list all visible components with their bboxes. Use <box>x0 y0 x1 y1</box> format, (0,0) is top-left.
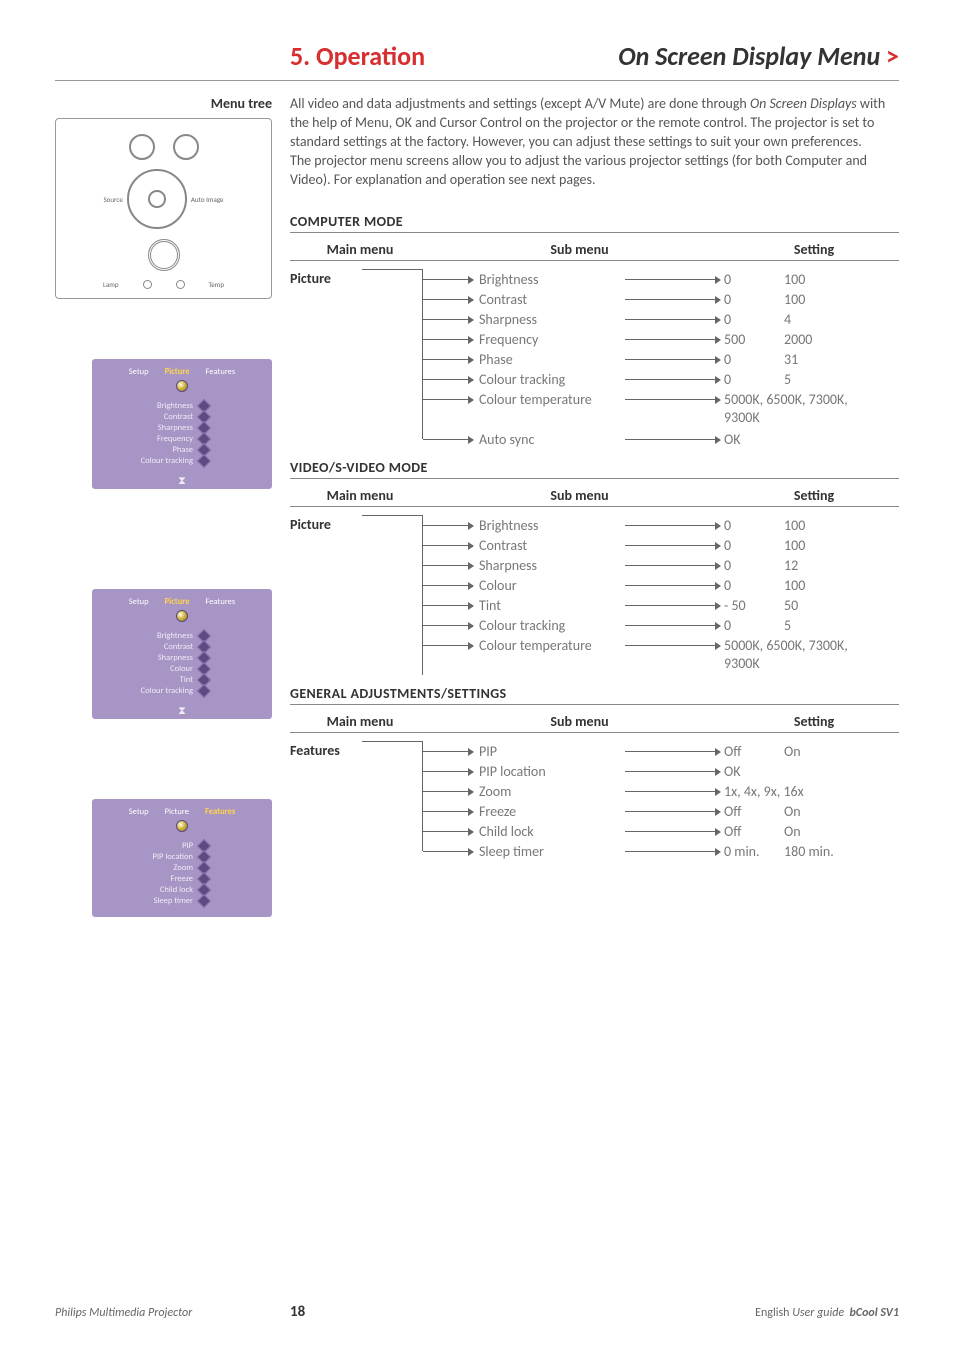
general-tree: Features PIPOffOn PIP locationOK Zoom1x,… <box>290 741 899 861</box>
ok-button-icon <box>148 239 180 271</box>
column-headers: Main menu Sub menu Setting <box>290 485 899 507</box>
lamp-label: Lamp <box>103 280 119 289</box>
page-footer: Philips Multimedia Projector 18 English … <box>55 1283 899 1321</box>
section-heading: 5. Operation <box>290 40 425 72</box>
menu-button-icon <box>129 134 155 160</box>
page-title: On Screen Display Menu > <box>618 40 899 72</box>
dpad-icon <box>127 169 187 229</box>
osd-preview-video: Setup Picture Features Brightness Contra… <box>92 589 272 719</box>
osd-preview-computer: Setup Picture Features Brightness Contra… <box>92 359 272 489</box>
computer-tree: Picture Brightness0100 Contrast0100 Shar… <box>290 269 899 449</box>
osd-preview-features: Setup Picture Features PIP PIP location … <box>92 799 272 917</box>
column-headers: Main menu Sub menu Setting <box>290 711 899 733</box>
computer-mode-heading: COMPUTER MODE <box>290 213 899 233</box>
general-heading: GENERAL ADJUSTMENTS/SETTINGS <box>290 685 899 705</box>
source-label: Source <box>103 195 122 204</box>
video-mode-heading: VIDEO/S-VIDEO MODE <box>290 459 899 479</box>
column-headers: Main menu Sub menu Setting <box>290 239 899 261</box>
video-tree: Picture Brightness0100 Contrast0100 Shar… <box>290 515 899 675</box>
temp-label: Temp <box>209 280 225 289</box>
menu-tree-label: Menu tree <box>55 95 272 112</box>
remote-illustration: Source Auto Image Lamp Temp <box>55 118 272 299</box>
auto-image-label: Auto Image <box>191 195 224 204</box>
menu-button-icon <box>173 134 199 160</box>
intro-paragraph: All video and data adjustments and setti… <box>290 95 899 189</box>
